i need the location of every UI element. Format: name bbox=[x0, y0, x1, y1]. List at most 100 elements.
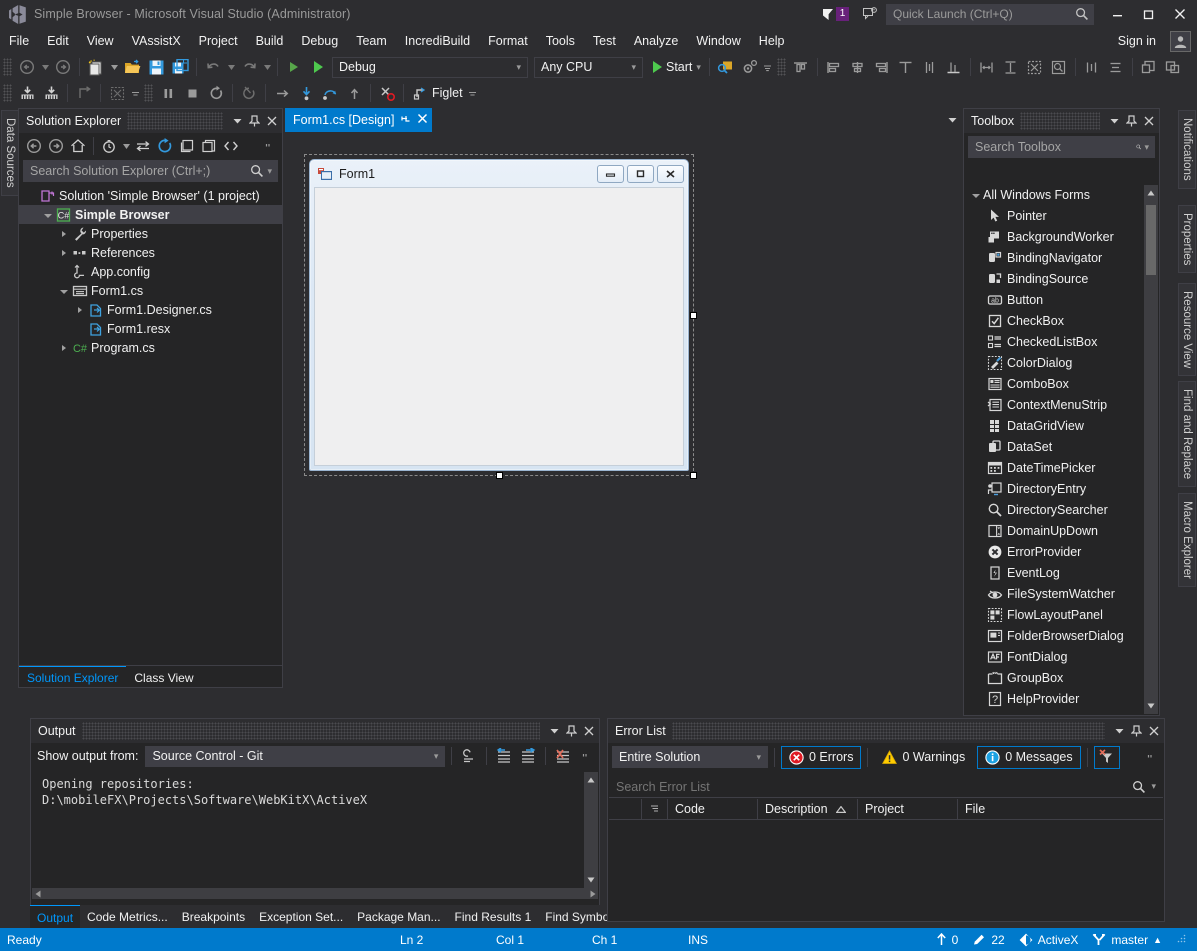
toolbox-item-datagridview[interactable]: DataGridView bbox=[965, 415, 1158, 436]
document-tab-form1-design[interactable]: Form1.cs [Design] bbox=[285, 108, 433, 132]
make-same-width-button[interactable] bbox=[975, 56, 999, 78]
align-rights-button[interactable] bbox=[870, 56, 894, 78]
toolbox-search-input[interactable] bbox=[975, 140, 1136, 154]
output-close-icon[interactable] bbox=[580, 721, 597, 741]
search-options-dropdown-icon[interactable]: ▾ bbox=[264, 166, 275, 177]
vtab-notifications[interactable]: Notifications bbox=[1178, 110, 1196, 189]
menu-build[interactable]: Build bbox=[247, 31, 293, 51]
align-lefts-button[interactable] bbox=[822, 56, 846, 78]
build-configuration-button[interactable] bbox=[105, 82, 129, 104]
menu-help[interactable]: Help bbox=[750, 31, 794, 51]
toolbox-item-bindingnavigator[interactable]: BindingNavigator bbox=[965, 247, 1158, 268]
output-scroll-up-icon[interactable] bbox=[584, 772, 598, 788]
solution-explorer-search[interactable]: ▾ bbox=[23, 160, 278, 182]
tab-pin-icon[interactable] bbox=[400, 113, 411, 127]
toolbox-item-button[interactable]: ab Button bbox=[965, 289, 1158, 310]
pin-icon[interactable] bbox=[246, 111, 263, 131]
toolbox-item-filesystemwatcher[interactable]: FileSystemWatcher bbox=[965, 583, 1158, 604]
toolbox-item-colordialog[interactable]: ColorDialog bbox=[965, 352, 1158, 373]
tree-item-app-config[interactable]: App.config bbox=[19, 262, 282, 281]
menu-view[interactable]: View bbox=[78, 31, 123, 51]
tab-solution-explorer[interactable]: Solution Explorer bbox=[19, 666, 127, 687]
align-middles-button[interactable] bbox=[918, 56, 942, 78]
toolbar-grip-4[interactable] bbox=[144, 84, 153, 102]
toolbox-menu-icon[interactable] bbox=[1106, 111, 1123, 131]
error-list-menu-icon[interactable] bbox=[1111, 721, 1128, 741]
output-horizontal-scrollbar[interactable] bbox=[32, 888, 598, 899]
vtab-properties[interactable]: Properties bbox=[1178, 205, 1196, 274]
error-list-search[interactable]: ▾ bbox=[609, 776, 1163, 798]
menu-project[interactable]: Project bbox=[190, 31, 247, 51]
tree-item-program-cs[interactable]: C# Program.cs bbox=[19, 338, 282, 357]
start-button[interactable]: Start ▾ bbox=[651, 60, 705, 74]
toolbox-item-eventlog[interactable]: EventLog bbox=[965, 562, 1158, 583]
output-drag-area[interactable] bbox=[81, 722, 540, 740]
form1-window[interactable]: Form1 bbox=[309, 159, 689, 471]
send-feedback-icon[interactable] bbox=[855, 7, 886, 21]
output-text-area[interactable]: Opening repositories: D:\mobileFX\Projec… bbox=[32, 772, 598, 888]
figlet-icon[interactable] bbox=[408, 82, 432, 104]
toolbox-search[interactable]: ▾ bbox=[968, 136, 1155, 158]
tree-item-properties[interactable]: Properties bbox=[19, 224, 282, 243]
error-list-drag-area[interactable] bbox=[671, 722, 1105, 740]
sync-icon[interactable] bbox=[132, 135, 154, 157]
column-description[interactable]: Description bbox=[758, 798, 858, 820]
clear-filters-button[interactable] bbox=[1093, 745, 1120, 769]
vtab-macro-explorer[interactable]: Macro Explorer bbox=[1178, 493, 1196, 587]
output-scroll-left-icon[interactable] bbox=[32, 888, 43, 899]
align-bottoms-button[interactable] bbox=[942, 56, 966, 78]
rebuild-solution-button[interactable] bbox=[39, 82, 63, 104]
menu-window[interactable]: Window bbox=[687, 31, 749, 51]
se-toolbar-overflow[interactable] bbox=[261, 136, 278, 156]
home-icon[interactable] bbox=[67, 135, 89, 157]
error-list-rows[interactable] bbox=[609, 820, 1163, 898]
menu-test[interactable]: Test bbox=[584, 31, 625, 51]
toolbox-item-errorprovider[interactable]: ErrorProvider bbox=[965, 541, 1158, 562]
messages-filter-button[interactable]: 0 Messages bbox=[977, 745, 1081, 769]
find-message-previous-icon[interactable] bbox=[493, 745, 515, 767]
output-settings-icon[interactable] bbox=[458, 745, 480, 767]
scroll-up-icon[interactable] bbox=[1144, 185, 1158, 201]
tree-expander-icon[interactable] bbox=[57, 281, 71, 300]
tree-item-form1-cs[interactable]: Form1.cs bbox=[19, 281, 282, 300]
output-scroll-down-icon[interactable] bbox=[584, 872, 598, 888]
toolbox-scrollbar[interactable] bbox=[1144, 185, 1158, 714]
toolbox-item-dataset[interactable]: DataSet bbox=[965, 436, 1158, 457]
redo-button[interactable] bbox=[237, 56, 261, 78]
quick-launch-input[interactable] bbox=[893, 7, 1075, 21]
form-close-box[interactable] bbox=[657, 164, 684, 183]
make-same-height-button[interactable] bbox=[999, 56, 1023, 78]
align-centers-button[interactable] bbox=[846, 56, 870, 78]
toolbox-scroll-thumb[interactable] bbox=[1146, 205, 1156, 275]
undo-dropdown[interactable] bbox=[225, 56, 237, 78]
solution-configuration-combo[interactable]: Debug ▾ bbox=[332, 56, 528, 78]
close-button[interactable] bbox=[1164, 1, 1195, 27]
menu-vassistx[interactable]: VAssistX bbox=[123, 31, 190, 51]
tree-item-solution-simple-browser-1-project[interactable]: Solution 'Simple Browser' (1 project) bbox=[19, 186, 282, 205]
toolbox-group-all-windows-forms[interactable]: All Windows Forms bbox=[965, 185, 1158, 205]
vtab-find-and-replace[interactable]: Find and Replace bbox=[1178, 381, 1196, 488]
toolbox-item-checkbox[interactable]: CheckBox bbox=[965, 310, 1158, 331]
error-scope-combo[interactable]: Entire Solution ▾ bbox=[612, 746, 768, 768]
toolbar-grip-3[interactable] bbox=[3, 84, 12, 102]
pending-changes-dropdown[interactable] bbox=[120, 135, 132, 157]
back-icon[interactable] bbox=[23, 135, 45, 157]
toolbox-item-bindingsource[interactable]: BindingSource bbox=[965, 268, 1158, 289]
tab-class-view[interactable]: Class View bbox=[126, 666, 201, 687]
error-list-overflow[interactable] bbox=[1143, 747, 1160, 767]
menu-file[interactable]: File bbox=[0, 31, 38, 51]
header-drag-area[interactable] bbox=[127, 112, 223, 130]
toolbox-item-folderbrowserdialog[interactable]: FolderBrowserDialog bbox=[965, 625, 1158, 646]
toolbar-grip-2[interactable] bbox=[776, 58, 786, 76]
notifications-button[interactable]: 1 bbox=[816, 7, 855, 21]
tab-close-icon[interactable] bbox=[417, 113, 428, 127]
dock-tab-breakpoints[interactable]: Breakpoints bbox=[175, 905, 252, 928]
restart-button[interactable] bbox=[204, 82, 228, 104]
collapse-all-icon[interactable] bbox=[176, 135, 198, 157]
dock-tab-code-metrics[interactable]: Code Metrics... bbox=[80, 905, 175, 928]
start-dropdown-icon[interactable]: ▾ bbox=[696, 62, 701, 73]
toolbox-item-datetimepicker[interactable]: DateTimePicker bbox=[965, 457, 1158, 478]
view-code-icon[interactable] bbox=[220, 135, 242, 157]
tree-item-form1-designer-cs[interactable]: Form1.Designer.cs bbox=[19, 300, 282, 319]
toolbox-item-fontdialog[interactable]: FontDialog bbox=[965, 646, 1158, 667]
